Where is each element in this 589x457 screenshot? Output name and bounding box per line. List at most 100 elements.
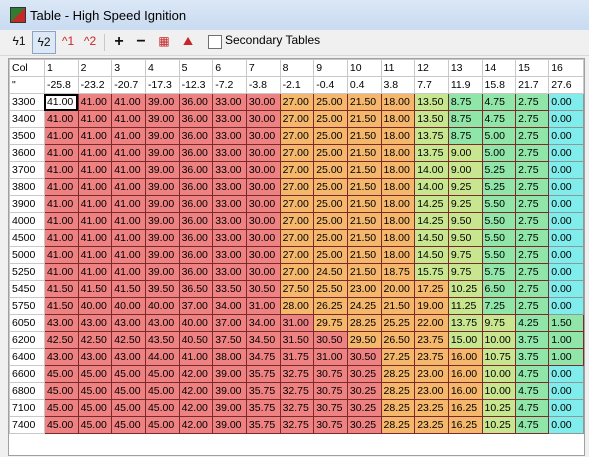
table-cell[interactable]: 43.00 [43,314,79,332]
table-cell[interactable]: 25.00 [313,110,348,128]
table-cell[interactable]: 16.25 [447,416,483,434]
table-cell[interactable]: 43.00 [43,348,79,366]
table-cell[interactable]: 5.50 [481,246,517,264]
table-cell[interactable]: 45.00 [43,399,79,417]
table-cell[interactable]: 18.00 [380,93,416,111]
table-cell[interactable]: 41.00 [77,110,113,128]
table-cell[interactable]: 23.00 [346,280,382,298]
table-cell[interactable]: 39.00 [144,212,180,230]
table-cell[interactable]: 4.75 [515,416,550,434]
table-cell[interactable]: 0.00 [548,399,584,417]
table-cell[interactable]: 41.00 [77,178,113,196]
table-cell[interactable]: 45.00 [144,365,180,383]
table-cell[interactable]: 39.00 [212,382,247,400]
table-cell[interactable]: 41.00 [77,127,113,145]
table-cell[interactable]: 41.50 [43,297,79,315]
table-cell[interactable]: 0.00 [548,161,584,179]
secondary-tables-checkbox[interactable] [208,35,222,49]
column-value-header[interactable]: -25.8 [43,76,79,94]
table-cell[interactable]: 29.50 [346,331,382,349]
table-cell[interactable]: 14.50 [414,246,449,264]
table-cell[interactable]: 35.75 [245,365,281,383]
table-cell[interactable]: 2.75 [515,161,550,179]
subtract-button[interactable]: − [132,31,150,52]
table-cell[interactable]: 43.00 [144,314,180,332]
column-value-header[interactable]: 3.8 [380,76,416,94]
table-cell[interactable]: 32.75 [279,399,315,417]
table-cell[interactable]: 2.75 [515,144,550,162]
rpm-row-header[interactable]: 7400 [9,416,45,434]
table-cell[interactable]: 30.75 [313,416,348,434]
table-cell[interactable]: 14.25 [414,195,449,213]
table-cell[interactable]: 36.00 [178,195,214,213]
table-cell[interactable]: 30.00 [245,246,281,264]
add-button[interactable]: + [110,31,128,52]
table-cell[interactable]: 7.25 [481,297,517,315]
table-cell[interactable]: 0.00 [548,127,584,145]
table-cell[interactable]: 0.00 [548,297,584,315]
table-cell[interactable]: 27.00 [279,144,315,162]
table-cell[interactable]: 33.00 [212,161,247,179]
table-cell[interactable]: 18.00 [380,127,416,145]
table-cell[interactable]: 33.50 [212,280,247,298]
column-value-header[interactable]: -7.2 [212,76,247,94]
table-cell[interactable]: 9.50 [447,229,483,247]
table-cell[interactable]: 9.00 [447,144,483,162]
table-cell[interactable]: 21.50 [346,229,382,247]
table-cell[interactable]: 2.75 [515,263,550,281]
table-cell[interactable]: 2.75 [515,229,550,247]
table-cell[interactable]: 18.00 [380,161,416,179]
table-cell[interactable]: 0.00 [548,144,584,162]
column-value-header[interactable]: -23.2 [77,76,113,94]
ignition-1-button[interactable]: ϟ1 [8,31,30,52]
table-cell[interactable]: 2.75 [515,212,550,230]
table-cell[interactable]: 30.00 [245,161,281,179]
table-cell[interactable]: 31.75 [279,348,315,366]
table-cell[interactable]: 30.00 [245,110,281,128]
table-cell[interactable]: 5.50 [481,212,517,230]
table-cell[interactable]: 17.25 [414,280,449,298]
table-cell[interactable]: 0.00 [548,110,584,128]
table-cell[interactable]: 30.00 [245,195,281,213]
table-cell[interactable]: 8.75 [447,127,483,145]
table-cell[interactable]: 9.50 [447,212,483,230]
table-cell[interactable]: 23.25 [414,416,449,434]
table-cell[interactable]: 34.00 [245,314,281,332]
table-cell[interactable]: 30.00 [245,144,281,162]
table-cell[interactable]: 41.00 [111,161,146,179]
table-cell[interactable]: 41.00 [77,263,113,281]
table-cell[interactable]: 41.00 [77,195,113,213]
column-value-header[interactable]: 0.4 [346,76,382,94]
3d-view-button[interactable]: ▦ [154,31,174,52]
table-cell[interactable]: 39.00 [144,195,180,213]
table-cell[interactable]: 36.00 [178,127,214,145]
table-cell[interactable]: 43.00 [111,314,146,332]
table-cell[interactable]: 33.00 [212,263,247,281]
table-cell[interactable]: 27.00 [279,229,315,247]
table-cell[interactable]: 39.00 [144,229,180,247]
table-cell[interactable]: 27.25 [380,348,416,366]
table-cell[interactable]: 35.75 [245,399,281,417]
table-cell[interactable]: 25.00 [313,161,348,179]
ignition-2-button[interactable]: ϟ2 [32,31,56,54]
table-cell[interactable]: 4.75 [481,110,517,128]
table-cell[interactable]: 2.75 [515,178,550,196]
table-cell[interactable]: 2.75 [515,246,550,264]
table-cell[interactable]: 45.00 [111,399,146,417]
table-cell[interactable]: 39.00 [144,127,180,145]
table-cell[interactable]: 30.25 [346,382,382,400]
rpm-row-header[interactable]: 3300 [9,93,45,111]
table-cell[interactable]: 9.25 [447,178,483,196]
rpm-row-header[interactable]: 5450 [9,280,45,298]
table-cell[interactable]: 5.25 [481,178,517,196]
table-cell[interactable]: 23.00 [414,365,449,383]
table-cell[interactable]: 45.00 [77,399,113,417]
column-value-header[interactable]: -3.8 [245,76,281,94]
column-value-header[interactable]: -12.3 [178,76,214,94]
table-cell[interactable]: 39.00 [144,263,180,281]
table-cell[interactable]: 33.00 [212,127,247,145]
column-value-header[interactable]: -20.7 [111,76,146,94]
table-cell[interactable]: 35.75 [245,382,281,400]
table-cell[interactable]: 2.75 [515,93,550,111]
table-cell[interactable]: 0.00 [548,280,584,298]
